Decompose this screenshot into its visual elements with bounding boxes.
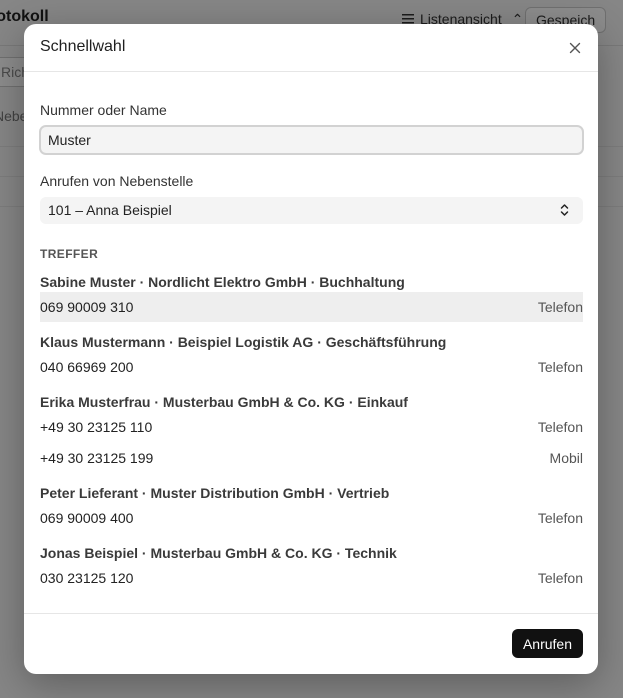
number-row[interactable]: +49 30 23125 110 Telefon (40, 412, 583, 442)
number-type: Telefon (537, 359, 583, 375)
results-section-label: TREFFER (40, 247, 99, 261)
number-type: Telefon (537, 299, 583, 315)
contact-title: Erika Musterfrau · Musterbau GmbH & Co. … (40, 394, 408, 410)
extension-label: Anrufen von Nebenstelle (40, 173, 194, 189)
call-button[interactable]: Anrufen (512, 629, 583, 658)
phone-number: 030 23125 120 (40, 570, 134, 586)
contact-title: Sabine Muster · Nordlicht Elektro GmbH ·… (40, 274, 405, 290)
phone-number: 069 90009 310 (40, 299, 134, 315)
number-row[interactable]: 040 66969 200 Telefon (40, 352, 583, 382)
dialog-title: Schnellwahl (40, 38, 126, 55)
contact-title: Klaus Mustermann · Beispiel Logistik AG … (40, 334, 447, 350)
number-row[interactable]: +49 30 23125 199 Mobil (40, 443, 583, 473)
phone-number: +49 30 23125 199 (40, 450, 154, 466)
number-type: Telefon (537, 419, 583, 435)
phone-number: 069 90009 400 (40, 510, 134, 526)
chevron-up-down-icon (560, 203, 569, 220)
number-row[interactable]: 069 90009 400 Telefon (40, 503, 583, 533)
close-icon[interactable] (568, 41, 582, 55)
number-row[interactable]: 030 23125 120 Telefon (40, 563, 583, 593)
contact-title: Jonas Beispiel · Musterbau GmbH & Co. KG… (40, 545, 397, 561)
contact-title: Peter Lieferant · Muster Distribution Gm… (40, 485, 390, 501)
search-input[interactable] (39, 125, 584, 155)
dialog-header: Schnellwahl (24, 24, 598, 72)
phone-number: +49 30 23125 110 (40, 419, 153, 435)
dialog-footer-divider (24, 613, 598, 614)
phone-number: 040 66969 200 (40, 359, 134, 375)
search-label: Nummer oder Name (40, 102, 167, 118)
extension-select[interactable]: 101 – Anna Beispiel (40, 197, 583, 224)
number-type: Telefon (537, 570, 583, 586)
extension-select-value: 101 – Anna Beispiel (48, 202, 172, 218)
quick-dial-dialog: Schnellwahl Nummer oder Name Anrufen von… (24, 24, 598, 674)
number-type: Telefon (537, 510, 583, 526)
number-row[interactable]: 069 90009 310 Telefon (40, 292, 583, 322)
number-type: Mobil (549, 450, 583, 466)
